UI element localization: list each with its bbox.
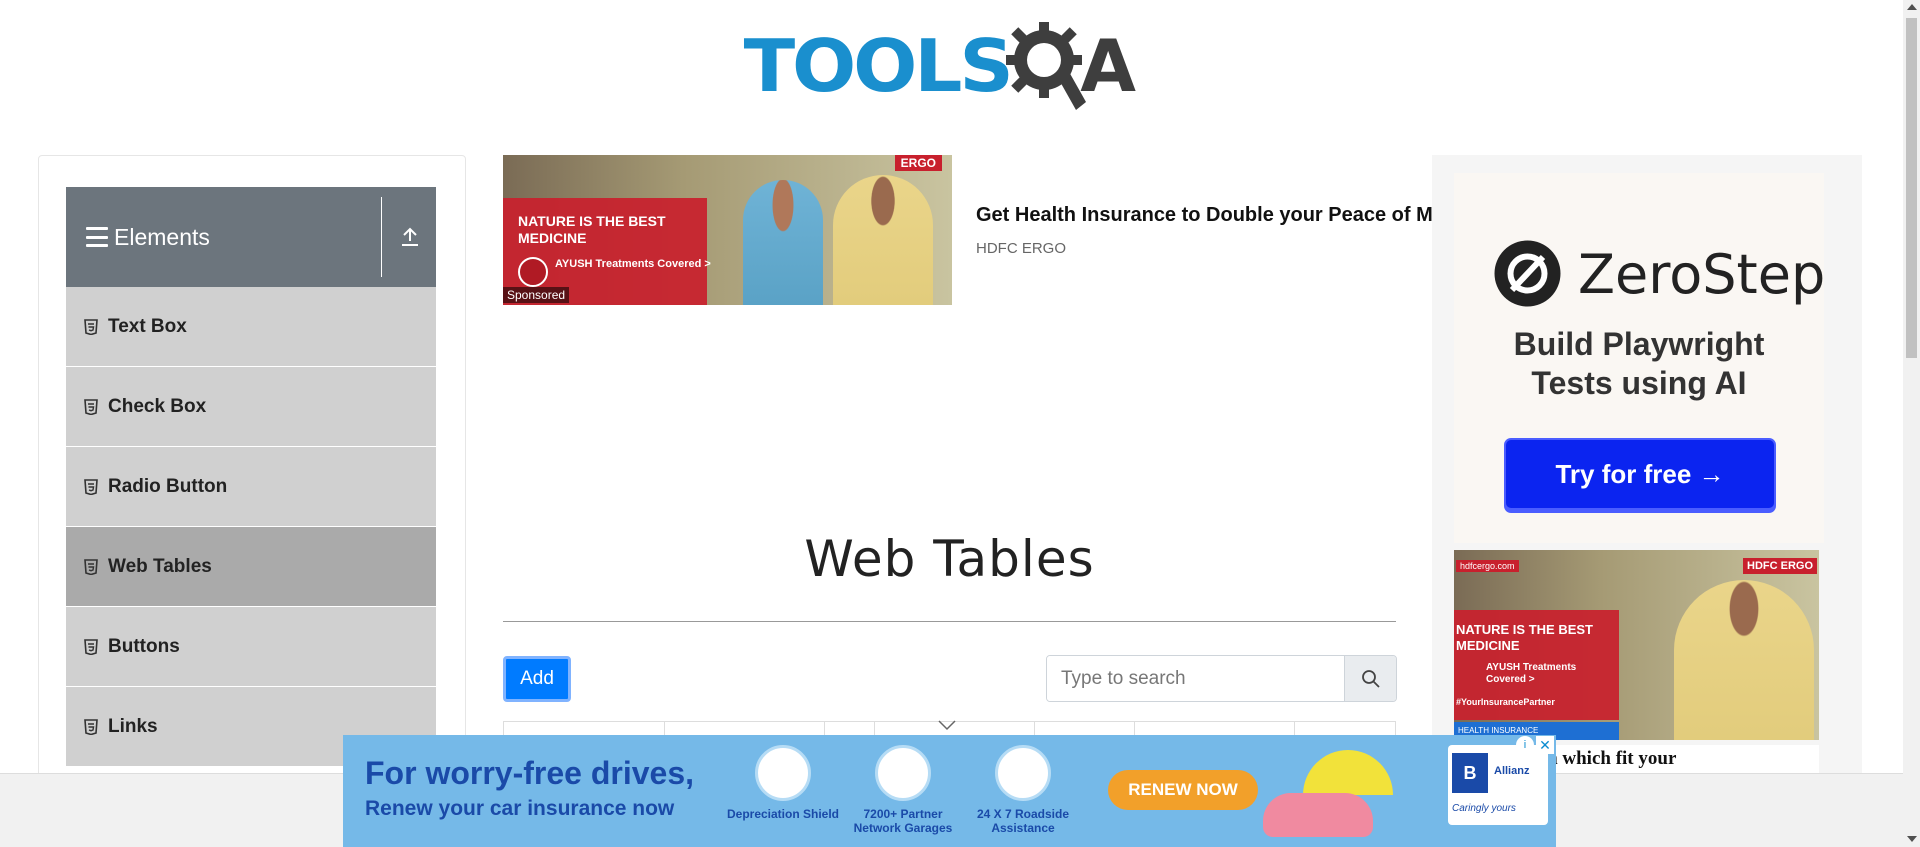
ad-person-man <box>743 180 823 305</box>
html5-icon <box>84 398 98 415</box>
ad-person-woman <box>1674 580 1814 740</box>
logo-a: A <box>1080 24 1136 108</box>
sponsored-label: Sponsored <box>503 287 570 303</box>
ad-headline[interactable]: Get Health Insurance to Double your Peac… <box>976 204 1432 227</box>
garage-icon <box>875 745 931 801</box>
toolsqa-logo[interactable]: TOOLS A <box>744 18 1154 114</box>
banner-headline: For worry-free drives, <box>365 755 694 791</box>
html5-icon <box>84 718 98 735</box>
hdfc-ergo-ad-image[interactable]: hdfcergo.com HDFC ERGO NATURE IS THE BES… <box>1454 550 1819 740</box>
sponsored-ad-image[interactable]: NATURE IS THE BEST MEDICINE AYUSH Treatm… <box>503 155 952 305</box>
hamburger-icon <box>86 227 108 247</box>
scrollbar-thumb[interactable] <box>1906 18 1917 358</box>
group-title: Elements <box>114 223 210 250</box>
umbrella-illustration <box>1303 750 1393 795</box>
menu-item-text-box[interactable]: Text Box <box>66 287 436 367</box>
feature-depreciation: Depreciation Shield <box>723 745 843 821</box>
ad-image-title-text: NATURE IS THE BEST MEDICINE <box>1456 622 1593 653</box>
zerostep-tagline: Build Playwright Tests using AI <box>1454 325 1824 403</box>
menu-item-label: Web Tables <box>108 555 212 577</box>
car-illustration <box>1263 793 1373 837</box>
ad-image-title: NATURE IS THE BEST MEDICINE AYUSH Treatm… <box>1456 622 1616 710</box>
header-divider <box>381 197 382 277</box>
elements-group-header[interactable]: Elements <box>66 187 436 287</box>
ayush-badge-icon <box>518 257 548 287</box>
feature-garages: 7200+ Partner Network Garages <box>843 745 963 835</box>
ad-site: hdfcergo.com <box>1456 560 1519 572</box>
menu-item-radio-button[interactable]: Radio Button <box>66 447 436 527</box>
brand-tagline: Caringly yours <box>1452 803 1516 814</box>
menu-item-label: Text Box <box>108 315 187 337</box>
bajaj-logo-mark: B <box>1452 753 1488 793</box>
search-icon <box>1361 669 1380 688</box>
try-for-free-button[interactable]: Try for free → <box>1504 438 1776 510</box>
adchoices-icon[interactable]: i <box>1516 736 1534 754</box>
ad-image-hashtag: #YourInsurancePartner <box>1456 697 1555 707</box>
gear-magnifier-icon <box>1006 22 1087 110</box>
ad-source[interactable]: HDFC ERGO <box>976 240 1066 257</box>
car-insurance-banner-ad[interactable]: For worry-free drives, Renew your car in… <box>343 735 1556 847</box>
menu-item-label: Links <box>108 715 158 737</box>
menu-item-label: Buttons <box>108 635 180 657</box>
renew-now-button[interactable]: RENEW NOW <box>1108 770 1258 810</box>
bajaj-allianz-logo: B Allianz Caringly yours <box>1448 745 1548 825</box>
zerostep-brand: ZeroStep <box>1578 243 1826 306</box>
menu-item-label: Check Box <box>108 395 207 417</box>
allianz-label: Allianz <box>1494 765 1530 777</box>
html5-icon <box>84 638 98 655</box>
search-input[interactable] <box>1047 656 1344 701</box>
feature-label: Depreciation Shield <box>726 807 840 821</box>
close-ad-icon[interactable]: ✕ <box>1536 736 1554 754</box>
scroll-up-arrow-icon[interactable] <box>1907 4 1917 10</box>
car-shield-icon <box>755 745 811 801</box>
ad-image-title: NATURE IS THE BEST MEDICINE <box>518 213 666 246</box>
feature-label: 7200+ Partner Network Garages <box>853 807 953 835</box>
menu-item-label: Radio Button <box>108 475 228 497</box>
page-title: Web Tables <box>804 530 1095 588</box>
ad-image-sub: AYUSH Treatments Covered > <box>555 258 711 270</box>
tagline-line-2: Tests using AI <box>1531 365 1747 401</box>
title-divider <box>503 621 1396 622</box>
html5-icon <box>84 478 98 495</box>
zerostep-ad[interactable]: ZeroStep Build Playwright Tests using AI… <box>1454 173 1826 543</box>
menu-item-check-box[interactable]: Check Box <box>66 367 436 447</box>
menu-item-web-tables[interactable]: Web Tables <box>66 527 436 607</box>
search-box <box>1046 655 1397 702</box>
ad-image-sub: AYUSH Treatments Covered > <box>1486 662 1577 685</box>
elements-menu: Text Box Check Box Radio Button Web Tabl… <box>66 287 436 767</box>
banner-subheadline: Renew your car insurance now <box>365 797 675 820</box>
search-button[interactable] <box>1344 656 1396 701</box>
html5-icon <box>84 318 98 335</box>
ad-person-woman <box>833 175 933 305</box>
add-button[interactable]: Add <box>503 656 571 702</box>
chevron-down-icon[interactable] <box>936 717 958 733</box>
scroll-down-arrow-icon[interactable] <box>1907 836 1917 842</box>
feature-roadside: 24 X 7 Roadside Assistance <box>963 745 1083 835</box>
feature-label: 24 X 7 Roadside Assistance <box>976 807 1070 835</box>
collapse-toggle[interactable] <box>392 217 428 257</box>
ergo-tag: ERGO <box>894 155 942 171</box>
page-scrollbar[interactable] <box>1903 0 1920 847</box>
zerostep-logo-icon <box>1494 240 1561 307</box>
logo-text: TOOLS <box>743 24 1014 108</box>
html5-icon <box>84 558 98 575</box>
hdfc-ergo-tag: HDFC ERGO <box>1743 558 1817 574</box>
upload-arrow-icon <box>402 227 418 246</box>
tow-truck-icon <box>995 745 1051 801</box>
tagline-line-1: Build Playwright <box>1513 326 1765 362</box>
menu-item-buttons[interactable]: Buttons <box>66 607 436 687</box>
